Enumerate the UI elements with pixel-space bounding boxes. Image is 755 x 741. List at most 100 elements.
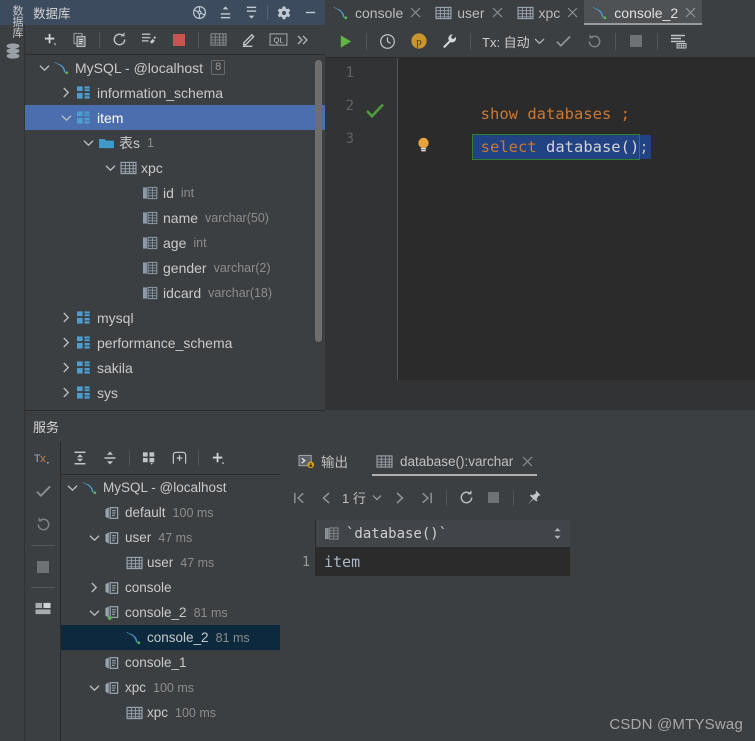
services-tree-item[interactable]: console	[61, 575, 280, 600]
reload-icon[interactable]	[453, 483, 480, 513]
tree-arrow-down-icon[interactable]	[87, 675, 101, 700]
sync-settings-icon[interactable]	[186, 0, 212, 25]
sql-editor[interactable]: 1 2 3 show databases ; select database()…	[325, 58, 755, 380]
db-tree-item-age[interactable]: age int	[25, 230, 325, 255]
tree-arrow-none-icon[interactable]	[125, 255, 139, 280]
db-tree-item-gender[interactable]: gender varchar(2)	[25, 255, 325, 280]
tree-arrow-none-icon[interactable]	[87, 500, 101, 525]
stop-icon[interactable]	[621, 26, 652, 57]
tree-arrow-down-icon[interactable]	[87, 525, 101, 550]
close-icon[interactable]	[685, 7, 696, 18]
services-tree-item[interactable]: xpc 100 ms	[61, 700, 280, 725]
tree-arrow-down-icon[interactable]	[65, 475, 79, 500]
tab-database-result[interactable]: database():varchar	[368, 442, 541, 480]
database-stack-icon[interactable]	[5, 42, 21, 60]
group-by-button[interactable]	[134, 444, 164, 472]
db-tree-item-id[interactable]: id int	[25, 180, 325, 205]
stop-button[interactable]	[164, 26, 194, 54]
format-icon[interactable]	[663, 26, 694, 57]
duplicate-button[interactable]	[65, 26, 95, 54]
settings-gear-icon[interactable]	[271, 0, 297, 25]
tree-arrow-down-icon[interactable]	[81, 130, 95, 155]
tab-user[interactable]: user	[427, 0, 508, 25]
tree-arrow-right-icon[interactable]	[59, 355, 73, 380]
code-line-3[interactable]	[398, 131, 755, 164]
prev-page-icon[interactable]	[313, 483, 340, 513]
stop-icon[interactable]	[480, 483, 507, 513]
services-tree-item[interactable]: user 47 ms	[61, 550, 280, 575]
table-editor-button[interactable]	[203, 26, 233, 54]
layout-button[interactable]	[25, 592, 61, 625]
db-tree-item-name[interactable]: name varchar(50)	[25, 205, 325, 230]
collapse-all-button[interactable]	[95, 444, 125, 472]
db-tree-item-sys[interactable]: sys	[25, 380, 325, 405]
services-tree-item[interactable]: default 100 ms	[61, 500, 280, 525]
services-tree[interactable]: MySQL - @localhost default 100 ms user 47 ms…	[61, 475, 280, 741]
next-page-icon[interactable]	[386, 483, 413, 513]
more-button[interactable]	[293, 26, 313, 54]
wrench-icon[interactable]	[434, 26, 465, 57]
tx-mode-button[interactable]: Tx	[25, 442, 61, 475]
grid-cell[interactable]: item	[316, 553, 570, 571]
tree-arrow-none-icon[interactable]	[109, 625, 123, 650]
tree-arrow-none-icon[interactable]	[109, 700, 123, 725]
commit-check-icon[interactable]	[548, 26, 579, 57]
first-page-icon[interactable]	[286, 483, 313, 513]
expand-all-button[interactable]	[65, 444, 95, 472]
services-tree-item[interactable]: user 47 ms	[61, 525, 280, 550]
chevron-down-icon[interactable]	[532, 26, 548, 57]
tree-arrow-right-icon[interactable]	[59, 330, 73, 355]
hide-panel-icon[interactable]	[297, 0, 323, 25]
tx-mode-label[interactable]: Tx: 自动	[476, 32, 532, 51]
services-tree-item[interactable]: console_2 81 ms	[61, 600, 280, 625]
db-tree-item-mysql[interactable]: mysql	[25, 305, 325, 330]
tree-arrow-down-icon[interactable]	[59, 105, 73, 130]
rollback-icon[interactable]	[579, 26, 610, 57]
code-line-1[interactable]: show databases ;	[398, 65, 755, 152]
services-tree-item[interactable]: xpc 100 ms	[61, 675, 280, 700]
add-data-source-button[interactable]	[35, 26, 65, 54]
grid-column-header[interactable]: `database()`	[316, 526, 570, 542]
last-page-icon[interactable]	[413, 483, 440, 513]
tree-arrow-right-icon[interactable]	[59, 305, 73, 330]
result-grid[interactable]: `database()` 1 item	[286, 519, 570, 576]
pin-icon[interactable]	[520, 483, 547, 513]
rollback-button[interactable]	[25, 508, 61, 541]
tab-xpc[interactable]: xpc	[509, 0, 585, 25]
history-icon[interactable]	[372, 26, 403, 57]
database-tree-scrollbar[interactable]	[315, 60, 322, 342]
tab-console_2[interactable]: console_2	[584, 0, 703, 25]
tree-arrow-none-icon[interactable]	[125, 280, 139, 305]
new-tab-button[interactable]	[164, 444, 194, 472]
tab-console[interactable]: console	[325, 0, 427, 25]
stop-button[interactable]	[25, 550, 61, 583]
intention-bulb-icon[interactable]	[417, 71, 430, 152]
close-icon[interactable]	[410, 7, 421, 18]
rows-dropdown-icon[interactable]	[368, 483, 386, 513]
code-line-2[interactable]: select database();	[398, 98, 755, 160]
commit-button[interactable]	[25, 475, 61, 508]
db-tree-item-information_schema[interactable]: information_schema	[25, 80, 325, 105]
tree-arrow-right-icon[interactable]	[59, 380, 73, 405]
modify-button[interactable]	[233, 26, 263, 54]
vertical-database-label[interactable]: 数据库	[0, 2, 25, 72]
add-button[interactable]	[203, 444, 233, 472]
tree-arrow-none-icon[interactable]	[87, 650, 101, 675]
services-tree-item[interactable]: console_1	[61, 650, 280, 675]
tree-arrow-down-icon[interactable]	[103, 155, 117, 180]
database-tree[interactable]: MySQL - @localhost 8 information_schema ite…	[25, 55, 325, 410]
sort-arrows-icon[interactable]	[553, 527, 562, 540]
services-tree-item[interactable]: console_2 81 ms	[61, 625, 280, 650]
query-console-button[interactable]: QL	[263, 26, 293, 54]
tree-arrow-right-icon[interactable]	[87, 575, 101, 600]
tree-arrow-none-icon[interactable]	[125, 230, 139, 255]
tree-arrow-none-icon[interactable]	[109, 550, 123, 575]
profile-icon[interactable]: p	[403, 26, 434, 57]
collapse-all-icon[interactable]	[238, 0, 264, 25]
result-rows-label[interactable]: 1 行	[340, 488, 368, 507]
db-tree-item-item[interactable]: item	[25, 105, 325, 130]
db-tree-item-sakila[interactable]: sakila	[25, 355, 325, 380]
tree-arrow-none-icon[interactable]	[125, 205, 139, 230]
table-row[interactable]: 1 item	[286, 548, 570, 576]
tree-arrow-down-icon[interactable]	[87, 600, 101, 625]
